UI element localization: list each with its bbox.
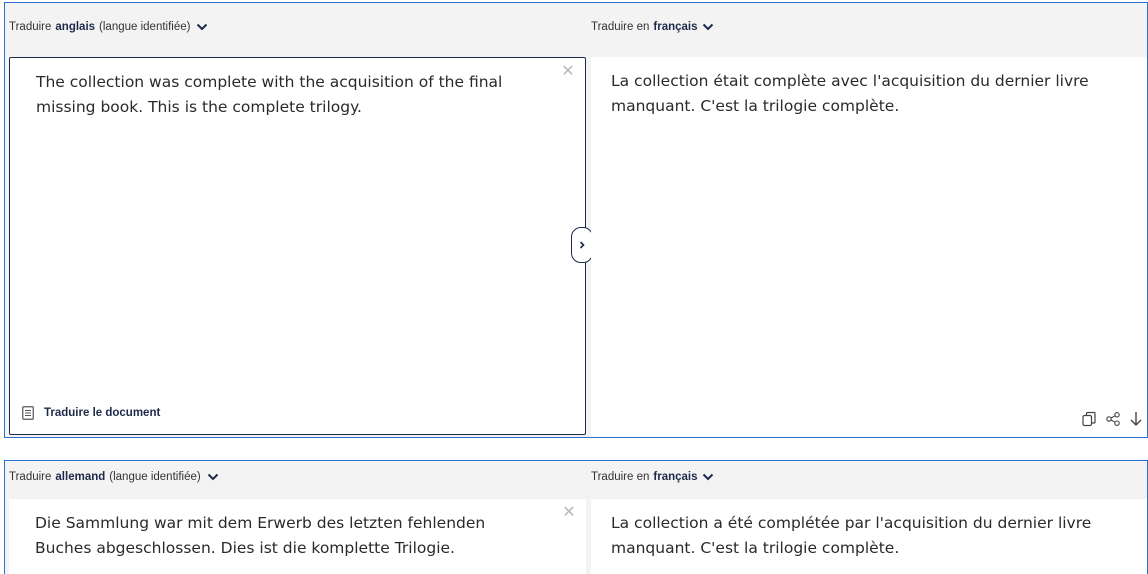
copy-icon[interactable] [1081, 411, 1097, 427]
target-lang-name: français [653, 471, 698, 483]
target-language-selector[interactable]: Traduire en français [591, 471, 714, 483]
target-text: La collection a été complétée par l'acqu… [611, 514, 1092, 557]
source-lang-name: allemand [55, 471, 106, 483]
translate-document-label: Traduire le document [44, 407, 161, 419]
share-icon[interactable] [1105, 411, 1121, 427]
source-text[interactable]: The collection was complete with the acq… [36, 70, 536, 120]
chevron-down-icon [197, 23, 208, 31]
target-lang-prefix: Traduire en [591, 21, 650, 33]
swap-button[interactable] [571, 227, 593, 263]
source-language-selector[interactable]: Traduire allemand (langue identifiée) [9, 471, 219, 483]
target-actions [1081, 411, 1143, 427]
source-lang-prefix: Traduire [9, 21, 52, 33]
target-text: La collection était complète avec l'acqu… [611, 72, 1089, 115]
source-lang-suffix: (langue identifiée) [109, 471, 201, 483]
chevron-right-icon [579, 241, 585, 249]
source-text[interactable]: Die Sammlung war mit dem Erwerb des letz… [35, 511, 535, 561]
source-lang-suffix: (langue identifiée) [99, 21, 191, 33]
source-language-selector[interactable]: Traduire anglais (langue identifiée) [9, 21, 208, 33]
source-text-area[interactable]: The collection was complete with the acq… [9, 57, 586, 435]
chevron-down-icon [702, 23, 713, 31]
chevron-down-icon [702, 473, 713, 481]
close-icon[interactable]: ✕ [562, 504, 576, 520]
translate-document-button[interactable]: Traduire le document [22, 406, 160, 420]
target-lang-prefix: Traduire en [591, 471, 650, 483]
target-language-selector[interactable]: Traduire en français [591, 21, 714, 33]
target-lang-name: français [653, 21, 698, 33]
translation-panel-english: Traduire anglais (langue identifiée) Tra… [4, 2, 1148, 438]
source-lang-prefix: Traduire [9, 471, 52, 483]
document-icon [22, 406, 34, 420]
language-row: Traduire anglais (langue identifiée) Tra… [5, 3, 1147, 53]
translation-panel-german: Traduire allemand (langue identifiée) Tr… [4, 460, 1148, 574]
source-lang-name: anglais [55, 21, 96, 33]
target-text-area: La collection a été complétée par l'acqu… [591, 499, 1147, 574]
source-text-area[interactable]: Die Sammlung war mit dem Erwerb des letz… [9, 499, 586, 574]
close-icon[interactable]: ✕ [561, 63, 575, 79]
target-text-area: La collection était complète avec l'acqu… [591, 57, 1147, 437]
chevron-down-icon [207, 473, 218, 481]
download-icon[interactable] [1129, 411, 1143, 427]
